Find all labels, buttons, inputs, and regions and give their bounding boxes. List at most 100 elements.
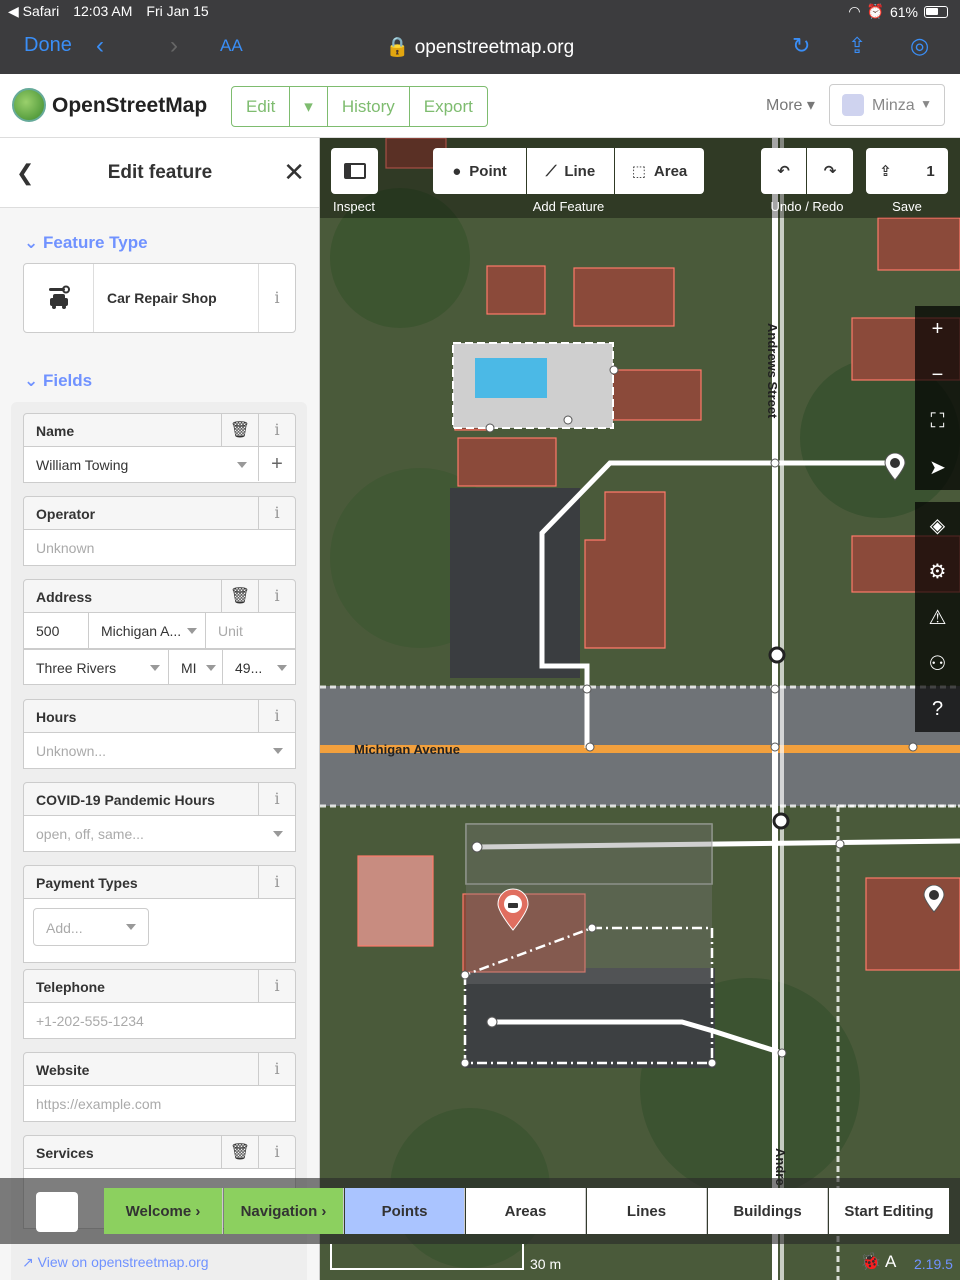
- operator-placeholder: Unknown: [36, 540, 95, 556]
- bug-report-icon[interactable]: 🐞 A: [860, 1252, 896, 1272]
- trash-icon[interactable]: 🗑: [221, 414, 258, 446]
- preset-info-icon[interactable]: i: [258, 264, 295, 332]
- issues-pane-button[interactable]: ⚠: [915, 594, 960, 640]
- fields-section-toggle[interactable]: ⌄ Fields: [24, 371, 92, 391]
- info-icon[interactable]: i: [258, 700, 295, 732]
- name-input[interactable]: William Towing +: [23, 447, 296, 483]
- hours-input[interactable]: Unknown...: [23, 733, 296, 769]
- redo-icon: ↷: [823, 163, 837, 180]
- scale-bar[interactable]: [330, 1244, 524, 1270]
- payment-placeholder: Add...: [46, 920, 83, 936]
- save-button[interactable]: ⇪ 1: [866, 148, 948, 194]
- walkthrough-step-points[interactable]: Points: [345, 1188, 465, 1234]
- user-settings-icon: ⚇: [928, 652, 947, 675]
- walkthrough-step-buildings[interactable]: Buildings: [708, 1188, 828, 1234]
- tab-export[interactable]: Export: [410, 87, 487, 126]
- info-icon[interactable]: i: [258, 497, 295, 529]
- share-icon[interactable]: ⇪: [848, 33, 866, 59]
- city-input[interactable]: Three Rivers: [24, 650, 169, 684]
- more-menu[interactable]: More ▾: [766, 95, 815, 115]
- step-label: Welcome: [125, 1202, 192, 1220]
- field-label: Telephone: [36, 979, 105, 995]
- wifi-icon: ◠: [848, 3, 861, 19]
- hours-placeholder: Unknown...: [36, 743, 107, 759]
- car-repair-icon: [24, 264, 94, 332]
- payment-add-combo[interactable]: Add...: [33, 908, 149, 946]
- osm-logo-icon[interactable]: [12, 88, 46, 122]
- add-area-button[interactable]: ⬚ Area: [615, 148, 704, 194]
- chevron-down-icon: [150, 665, 160, 671]
- feature-type-section-toggle[interactable]: ⌄ Feature Type: [24, 233, 148, 253]
- sidebar-toggle-icon: [343, 163, 366, 179]
- telephone-input[interactable]: +1-202-555-1234: [23, 1003, 296, 1039]
- info-icon[interactable]: i: [258, 414, 295, 446]
- view-on-osm-link[interactable]: ↗ View on openstreetmap.org: [22, 1254, 209, 1271]
- chevron-down-icon: ⌄: [24, 371, 39, 390]
- status-time: 12:03 AM: [73, 3, 133, 19]
- housenumber-input[interactable]: 500: [24, 613, 89, 648]
- close-icon[interactable]: ✕: [283, 157, 305, 188]
- info-icon[interactable]: i: [258, 1053, 295, 1085]
- undo-redo-label: Undo / Redo: [770, 199, 844, 214]
- tab-edit[interactable]: Edit: [232, 87, 291, 126]
- user-menu-button[interactable]: Minza ▼: [829, 84, 945, 126]
- back-to-safari[interactable]: ◀ Safari: [8, 3, 59, 20]
- version-label[interactable]: 2.19.5: [914, 1256, 953, 1272]
- step-label: Areas: [504, 1202, 547, 1220]
- save-count: 1: [926, 162, 935, 180]
- field-label: Address: [36, 589, 93, 605]
- undo-icon: ↶: [777, 163, 790, 180]
- fields-heading: Fields: [42, 371, 93, 390]
- zoom-out-button[interactable]: −: [915, 352, 960, 398]
- info-icon[interactable]: i: [258, 783, 295, 815]
- unit-placeholder: Unit: [218, 623, 243, 639]
- street-input[interactable]: Michigan A...: [89, 613, 206, 648]
- trash-icon[interactable]: 🗑: [221, 580, 258, 612]
- info-icon[interactable]: i: [258, 580, 295, 612]
- field-website: Website i https://example.com: [23, 1052, 296, 1122]
- add-point-button[interactable]: ● Point: [433, 148, 526, 194]
- zoom-to-selection-button[interactable]: ⛶: [915, 398, 960, 444]
- trash-icon[interactable]: 🗑: [221, 1136, 258, 1168]
- walkthrough-step-navigation[interactable]: Navigation ›: [224, 1188, 344, 1234]
- walkthrough-step-welcome[interactable]: Welcome ›: [104, 1188, 223, 1234]
- redo-button[interactable]: ↷: [807, 148, 853, 194]
- operator-input[interactable]: Unknown: [23, 530, 296, 566]
- geolocate-button[interactable]: ➤: [915, 444, 960, 490]
- warning-icon: ⚠: [928, 606, 947, 629]
- state-value: MI: [181, 660, 197, 676]
- compass-icon[interactable]: ◎: [910, 33, 929, 59]
- telephone-placeholder: +1-202-555-1234: [36, 1013, 144, 1029]
- brand-name[interactable]: OpenStreetMap: [52, 94, 207, 118]
- field-hours: Hours i Unknown...: [23, 699, 296, 769]
- website-input[interactable]: https://example.com: [23, 1086, 296, 1122]
- tab-history[interactable]: History: [328, 87, 410, 126]
- edit-dropdown-button[interactable]: ▾: [290, 87, 328, 126]
- walkthrough-step-lines[interactable]: Lines: [587, 1188, 707, 1234]
- info-icon[interactable]: i: [258, 970, 295, 1002]
- reload-icon[interactable]: ↻: [792, 33, 810, 59]
- inspect-button[interactable]: [331, 148, 378, 194]
- add-line-button[interactable]: ⟋ Line: [527, 148, 614, 194]
- add-localized-name-icon[interactable]: +: [258, 447, 295, 481]
- undo-button[interactable]: ↶: [761, 148, 806, 194]
- zoom-in-button[interactable]: +: [915, 306, 960, 352]
- map-pin-icon: [497, 888, 529, 931]
- map-pin-icon: [923, 885, 945, 913]
- address-bar[interactable]: 🔒 openstreetmap.org: [0, 35, 960, 59]
- covid-hours-input[interactable]: open, off, same...: [23, 816, 296, 852]
- unit-input[interactable]: Unit: [206, 613, 295, 648]
- map-data-pane-button[interactable]: ⚙: [915, 548, 960, 594]
- walkthrough-step-start-editing[interactable]: Start Editing: [829, 1188, 949, 1234]
- state-input[interactable]: MI: [169, 650, 223, 684]
- preferences-pane-button[interactable]: ⚇: [915, 640, 960, 686]
- background-pane-button[interactable]: ◈: [915, 502, 960, 548]
- preset-button[interactable]: Car Repair Shop i: [23, 263, 296, 333]
- postcode-input[interactable]: 49...: [223, 650, 295, 684]
- map-canvas[interactable]: Michigan Avenue Andrews Street Andre: [320, 138, 960, 1280]
- lock-icon: 🔒: [385, 37, 410, 58]
- help-pane-button[interactable]: ?: [915, 686, 960, 732]
- info-icon[interactable]: i: [258, 1136, 295, 1168]
- walkthrough-step-areas[interactable]: Areas: [466, 1188, 586, 1234]
- info-icon[interactable]: i: [258, 866, 295, 898]
